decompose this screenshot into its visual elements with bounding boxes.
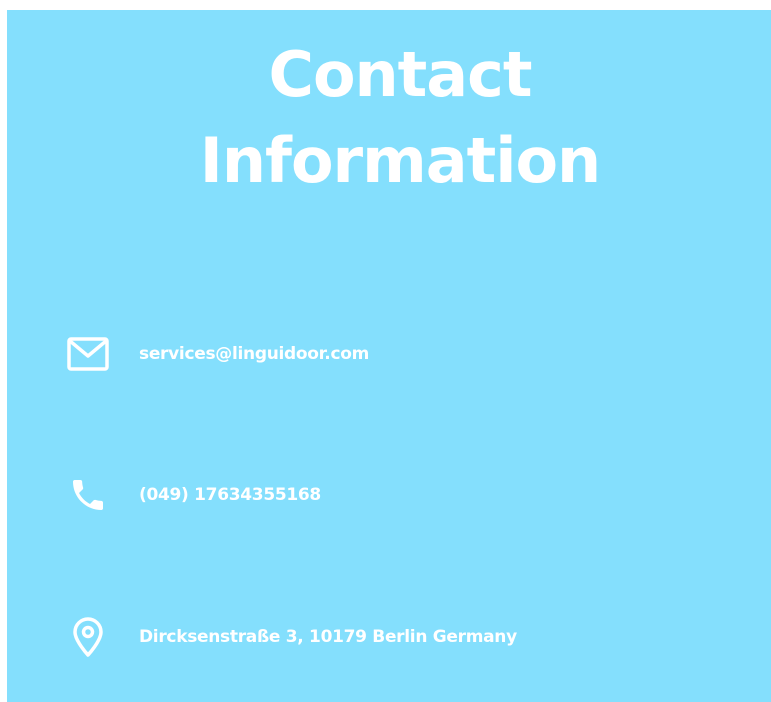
email-link[interactable]: services@linguidoor.com <box>139 344 369 364</box>
contact-phone[interactable]: (049) 17634355168 <box>67 474 321 516</box>
title-line-2: Information <box>199 124 601 197</box>
map-pin-icon <box>67 616 109 658</box>
phone-icon <box>67 474 109 516</box>
contact-information-section: Contact Information services@linguidoor.… <box>7 10 771 702</box>
section-title: Contact Information <box>7 32 771 204</box>
title-line-1: Contact <box>268 38 532 111</box>
contact-email[interactable]: services@linguidoor.com <box>67 333 369 375</box>
contact-address[interactable]: Dircksenstraße 3, 10179 Berlin Germany <box>67 616 517 658</box>
envelope-icon <box>67 333 109 375</box>
address-text: Dircksenstraße 3, 10179 Berlin Germany <box>139 627 517 647</box>
phone-number[interactable]: (049) 17634355168 <box>139 485 321 505</box>
